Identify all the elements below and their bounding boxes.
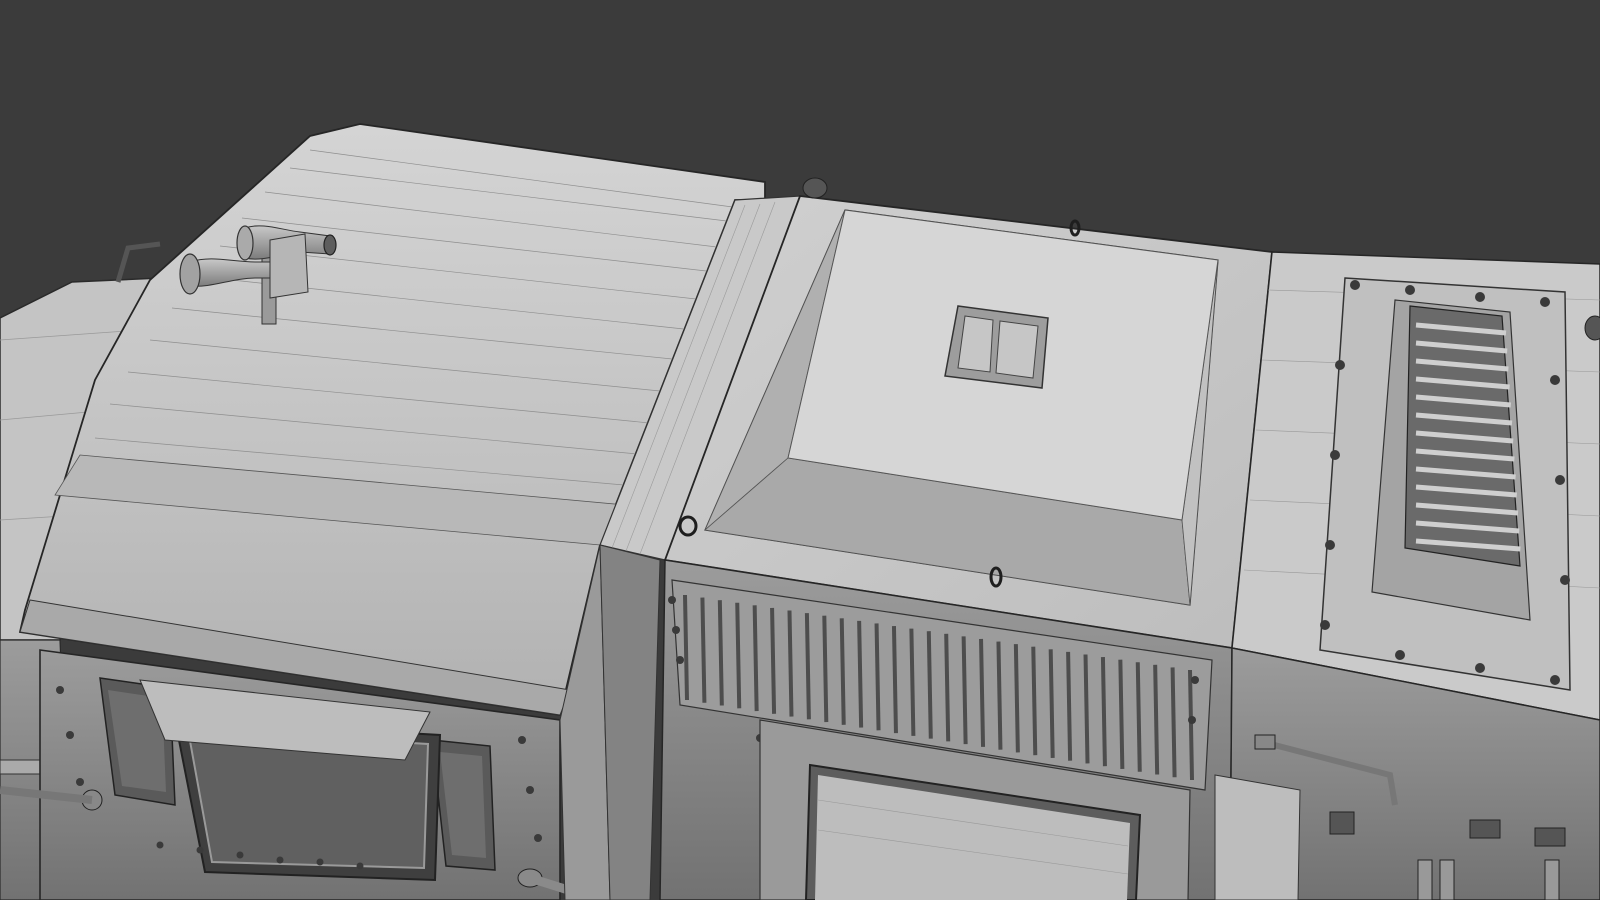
grille-slat [1170,667,1177,778]
rivet-icon [1330,450,1340,460]
grille-slat [770,607,777,714]
grille-slat [1013,644,1020,753]
hatch-handle-icon [944,305,1049,389]
grille-slat [700,597,707,703]
grille-slat [1135,662,1142,772]
grille-slat [1188,669,1194,781]
grille-slat [1048,649,1055,758]
grille-slat [1083,654,1090,764]
rivet-icon [1395,650,1405,660]
locomotive-render [0,123,1600,900]
grille-slat [787,610,794,717]
grille-slat [1100,657,1107,767]
grille-slat [979,638,986,747]
rivet-icon [1335,360,1345,370]
rivet-icon [1560,575,1570,585]
grille-slat [822,615,829,723]
rivet-icon [1550,675,1560,685]
rivet-icon [672,626,680,634]
grille-slat [1066,651,1073,761]
rivet-icon [1475,292,1485,302]
grille-slat [996,641,1003,750]
grille-slat [1031,646,1038,756]
grille-slat [804,613,811,720]
rivet-icon [1540,297,1550,307]
grille-slat [717,600,724,706]
grille-slat [926,631,933,739]
grille-slat [735,602,742,709]
rivet-icon [1350,280,1360,290]
grille-slat [961,636,968,745]
rivet-icon [1188,716,1196,724]
grille-slat [909,628,916,736]
grille-slat [752,605,759,712]
grille-slat [839,618,846,725]
rivet-icon [1325,540,1335,550]
rivet-icon [1475,663,1485,673]
grille-slat [683,594,689,701]
render-viewport [0,0,1600,900]
grille-slat [1153,664,1160,775]
grille-slat [944,633,951,742]
rivet-icon [1550,375,1560,385]
rivet-icon [668,596,676,604]
grille-slat [1118,659,1125,770]
grille-slat [857,620,864,728]
rivet-icon [676,656,684,664]
grille-slat [874,623,881,731]
rivet-icon [1320,620,1330,630]
grille-slat [891,625,898,734]
rivet-icon [1191,676,1199,684]
rivet-icon [1405,285,1415,295]
right-hood [1214,251,1600,900]
rivet-icon [1555,475,1565,485]
